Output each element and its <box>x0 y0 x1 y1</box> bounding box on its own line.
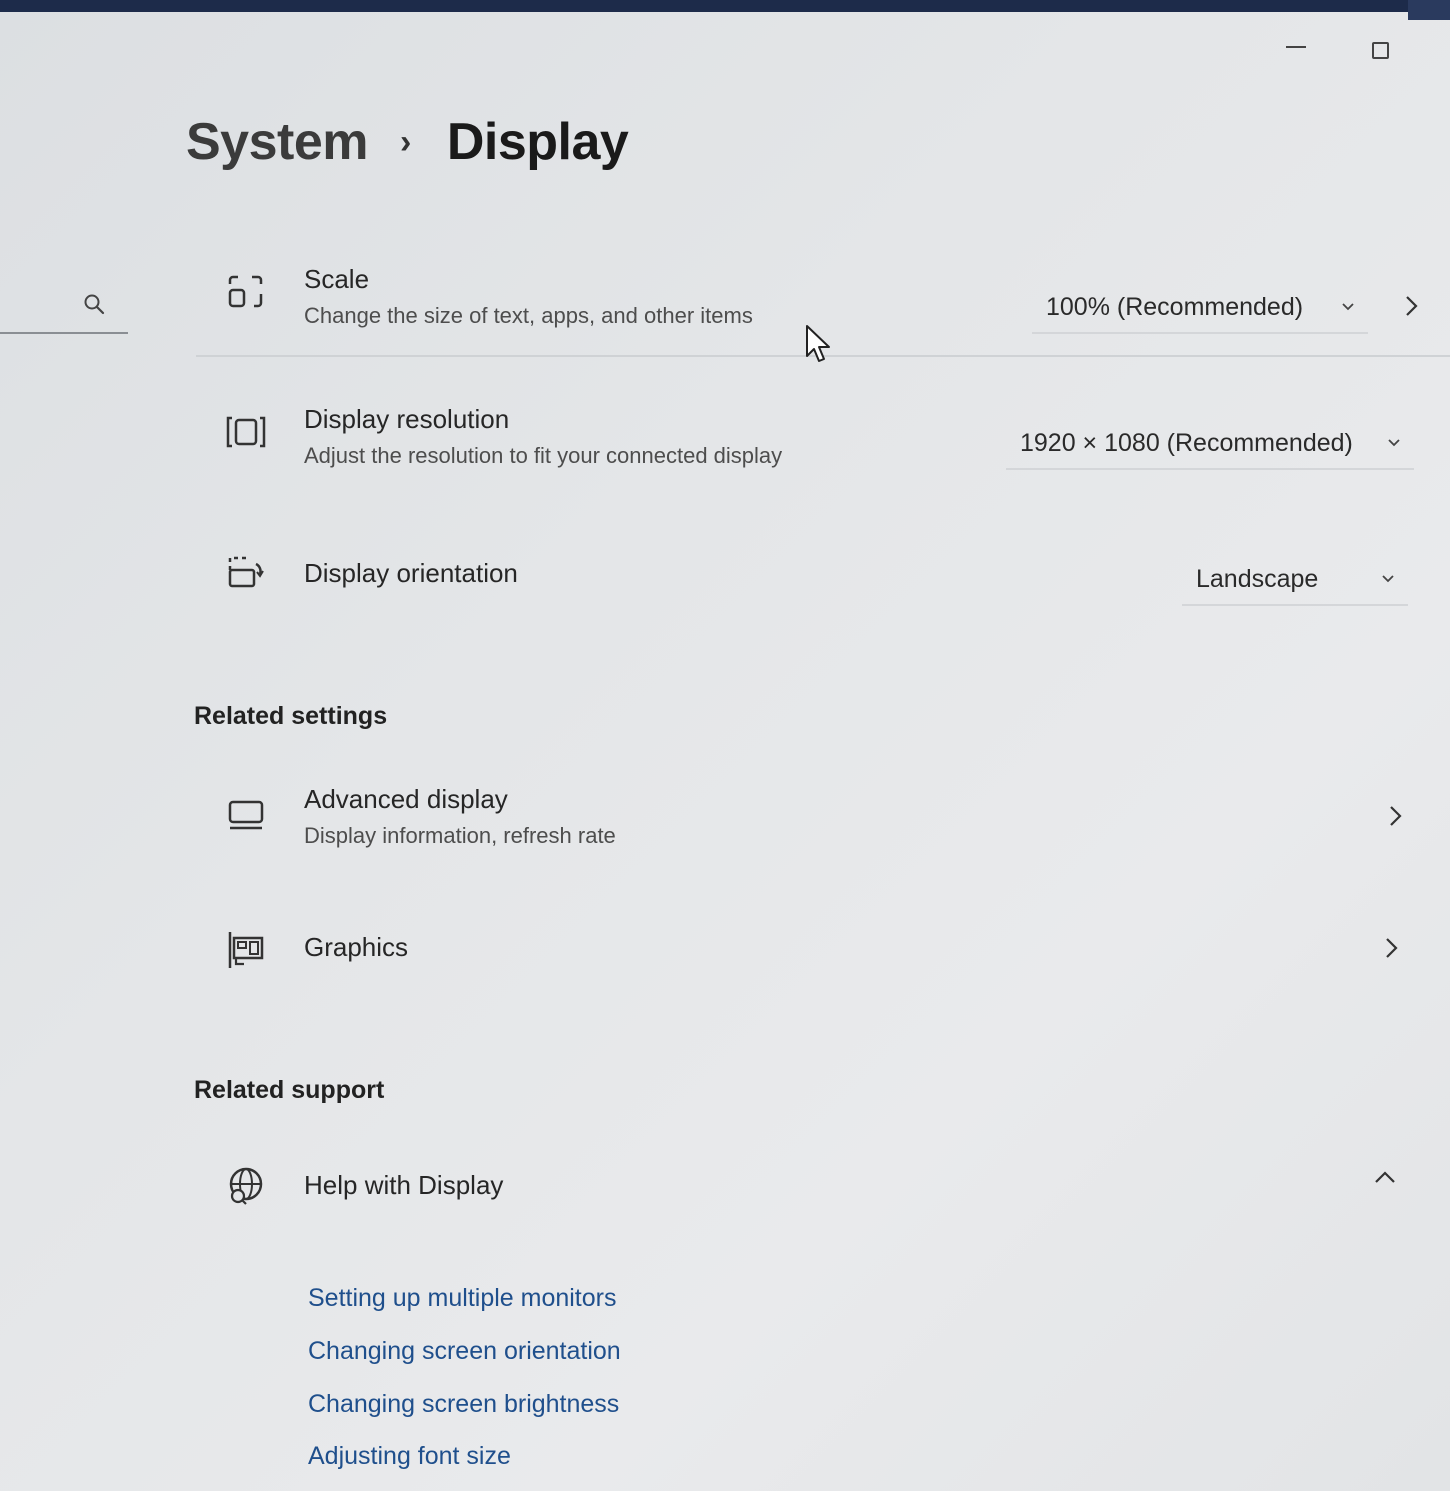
chevron-down-icon <box>1342 303 1354 311</box>
link-screen-brightness[interactable]: Changing screen brightness <box>308 1390 619 1419</box>
link-multiple-monitors[interactable]: Setting up multiple monitors <box>308 1284 616 1313</box>
link-font-size[interactable]: Adjusting font size <box>308 1442 511 1471</box>
resolution-value: 1920 × 1080 (Recommended) <box>1020 428 1353 457</box>
resolution-subtitle: Adjust the resolution to fit your connec… <box>304 443 783 468</box>
monitor-icon <box>228 800 264 830</box>
orientation-dropdown[interactable]: Landscape <box>1182 554 1408 606</box>
mouse-pointer-icon <box>806 325 830 362</box>
help-with-display-title: Help with Display <box>304 1170 504 1200</box>
scale-icon <box>228 275 263 308</box>
scale-dropdown[interactable]: 100% (Recommended) <box>1032 282 1368 334</box>
resolution-icon <box>226 416 266 448</box>
scale-subtitle: Change the size of text, apps, and other… <box>304 303 753 328</box>
advanced-display-chevron-right-icon[interactable] <box>1384 802 1406 830</box>
advanced-display-row[interactable]: Advanced display Display information, re… <box>196 782 1436 862</box>
chevron-down-icon <box>1382 575 1394 583</box>
minimize-button[interactable] <box>1274 30 1318 70</box>
orientation-title: Display orientation <box>304 558 518 588</box>
graphics-row[interactable]: Graphics <box>196 926 1436 976</box>
orientation-icon <box>228 556 264 588</box>
chevron-down-icon <box>1388 439 1400 447</box>
related-settings-heading: Related settings <box>194 702 388 730</box>
page-title: System › Display <box>186 112 629 172</box>
orientation-value: Landscape <box>1196 564 1319 593</box>
resolution-title: Display resolution <box>304 404 510 434</box>
scale-chevron-right-icon[interactable] <box>1400 292 1422 320</box>
search-icon <box>84 294 105 315</box>
window-top-edge <box>0 0 1450 12</box>
breadcrumb-separator: › <box>400 122 411 161</box>
breadcrumb-system[interactable]: System <box>186 112 369 172</box>
minimize-icon <box>1286 46 1306 48</box>
scale-value: 100% (Recommended) <box>1046 292 1304 321</box>
graphics-card-icon <box>228 932 264 968</box>
advanced-display-title: Advanced display <box>304 784 508 814</box>
search-input[interactable] <box>0 278 128 334</box>
resolution-dropdown[interactable]: 1920 × 1080 (Recommended) <box>1006 418 1414 470</box>
chevron-up-icon[interactable] <box>1372 1166 1398 1188</box>
link-screen-orientation[interactable]: Changing screen orientation <box>308 1337 621 1366</box>
advanced-display-subtitle: Display information, refresh rate <box>304 823 616 848</box>
graphics-chevron-right-icon[interactable] <box>1380 934 1402 962</box>
scale-title: Scale <box>304 264 370 294</box>
maximize-button[interactable] <box>1358 30 1402 70</box>
breadcrumb-current: Display <box>446 113 629 171</box>
related-support-heading: Related support <box>194 1076 385 1104</box>
help-with-display-row[interactable]: Help with Display <box>196 1160 1436 1216</box>
globe-help-icon <box>229 1167 263 1205</box>
window-corner <box>1408 0 1450 20</box>
graphics-title: Graphics <box>304 932 409 962</box>
maximize-icon <box>1371 41 1389 59</box>
